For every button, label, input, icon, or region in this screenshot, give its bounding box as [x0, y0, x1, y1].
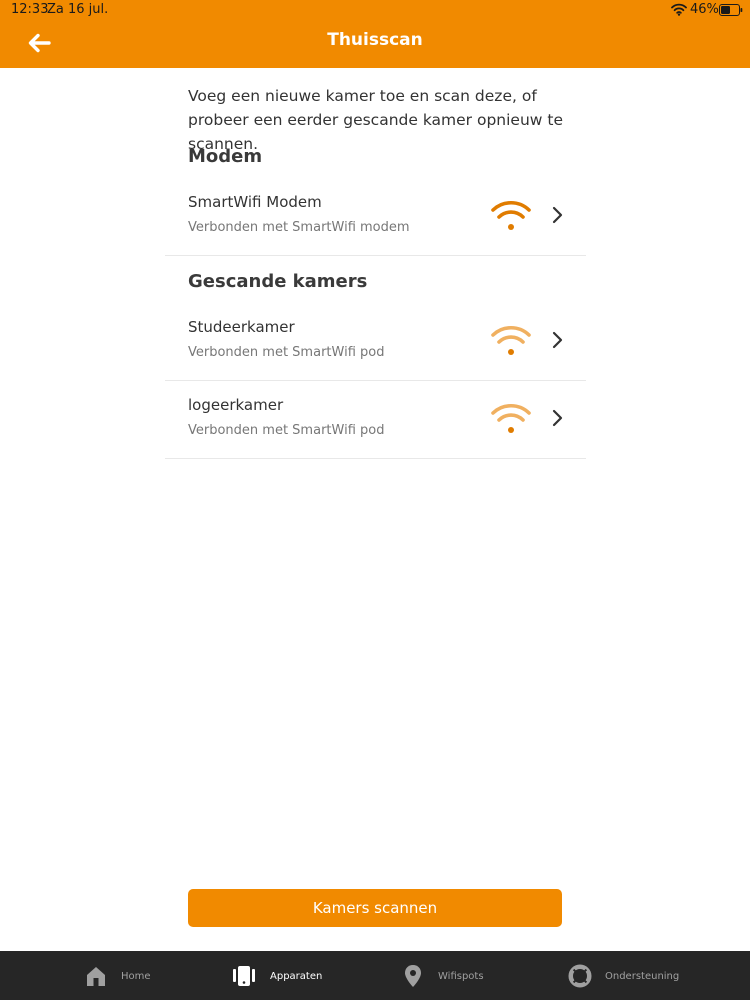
status-bar: 12:33 Za 16 jul. 46% [0, 0, 750, 20]
section-heading-modem: Modem [188, 146, 263, 167]
tab-label: Apparaten [270, 971, 323, 982]
tab-bar: Home Apparaten Wifispots Ondersteuning [0, 951, 750, 1000]
list-item-modem[interactable]: SmartWifi Modem Verbonden met SmartWifi … [165, 177, 586, 256]
battery-icon [719, 4, 743, 16]
page-title: Thuisscan [327, 30, 423, 50]
status-time: 12:33 [11, 2, 49, 17]
chevron-right-icon [552, 206, 563, 224]
tab-apparaten[interactable]: Apparaten [230, 951, 330, 1000]
status-wifi-icon [671, 3, 687, 16]
status-date: Za 16 jul. [47, 2, 109, 17]
item-subtitle: Verbonden met SmartWifi modem [188, 220, 410, 235]
tab-ondersteuning[interactable]: Ondersteuning [568, 951, 680, 1000]
lifebuoy-icon [568, 964, 592, 988]
item-subtitle: Verbonden met SmartWifi pod [188, 345, 385, 360]
item-subtitle: Verbonden met SmartWifi pod [188, 423, 385, 438]
item-title: Studeerkamer [188, 318, 295, 336]
home-icon [87, 967, 105, 986]
tab-wifispots[interactable]: Wifispots [400, 951, 490, 1000]
item-title: logeerkamer [188, 396, 284, 414]
item-title: SmartWifi Modem [188, 193, 322, 211]
tab-home[interactable]: Home [80, 951, 160, 1000]
wifi-medium-icon [491, 403, 531, 433]
tab-label: Wifispots [438, 971, 484, 982]
tab-label: Ondersteuning [605, 971, 680, 982]
section-heading-rooms: Gescande kamers [188, 271, 368, 292]
location-pin-icon [405, 965, 421, 987]
wifi-strong-icon [491, 200, 531, 230]
devices-icon [233, 966, 255, 986]
wifi-medium-icon [491, 325, 531, 355]
chevron-right-icon [552, 331, 563, 349]
tab-label: Home [121, 971, 151, 982]
scan-rooms-button[interactable]: Kamers scannen [188, 889, 562, 927]
battery-percentage: 46% [690, 2, 719, 17]
chevron-right-icon [552, 409, 563, 427]
list-item-room[interactable]: Studeerkamer Verbonden met SmartWifi pod [165, 302, 586, 381]
list-item-room[interactable]: logeerkamer Verbonden met SmartWifi pod [165, 380, 586, 459]
app-header: 12:33 Za 16 jul. 46% Thuisscan [0, 0, 750, 68]
